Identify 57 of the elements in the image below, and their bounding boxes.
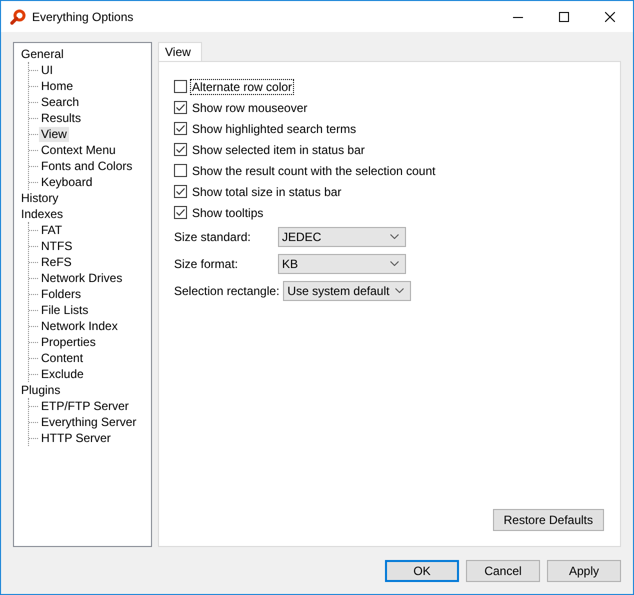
close-icon[interactable]	[605, 12, 615, 22]
maximize-icon[interactable]	[559, 12, 569, 22]
checkbox[interactable]	[174, 80, 187, 93]
dropdown[interactable]: KB	[278, 254, 406, 274]
tree-item[interactable]: Folders	[39, 286, 84, 302]
chevron-down-icon	[390, 261, 399, 266]
checkbox-label[interactable]: Alternate row color	[190, 78, 294, 94]
tree-item[interactable]: View	[39, 126, 69, 142]
tree-item[interactable]: Context Menu	[39, 142, 118, 158]
tree-item[interactable]: Keyboard	[39, 174, 94, 190]
dropdown[interactable]: Use system default	[283, 280, 412, 300]
tree-item[interactable]: Content	[39, 350, 86, 366]
checkbox[interactable]	[174, 206, 187, 219]
checkbox[interactable]	[174, 164, 187, 177]
tree-item[interactable]: ReFS	[39, 254, 74, 270]
chevron-down-icon	[390, 234, 399, 239]
dialog-button[interactable]: Cancel	[466, 560, 540, 582]
tree-item[interactable]: Fonts and Colors	[39, 158, 134, 174]
tab[interactable]: View	[158, 42, 202, 61]
tree-item[interactable]: General	[19, 46, 66, 62]
dialog-button[interactable]: OK	[385, 560, 459, 582]
tree-item[interactable]: ETP/FTP Server	[39, 398, 131, 414]
tree-item[interactable]: Network Drives	[39, 270, 124, 286]
dialog-button[interactable]: Apply	[547, 560, 621, 582]
checkbox-label[interactable]: Show row mouseover	[190, 100, 310, 116]
checkbox[interactable]	[174, 122, 187, 135]
chevron-down-icon	[395, 288, 404, 293]
checkbox-label[interactable]: Show selected item in status bar	[190, 142, 367, 158]
tree-item[interactable]: Results	[39, 110, 84, 126]
tree-item[interactable]: History	[19, 190, 60, 206]
checkbox-label[interactable]: Show the result count with the selection count	[190, 162, 438, 178]
tree-item[interactable]: Everything Server	[39, 414, 138, 430]
tree-item[interactable]: Network Index	[39, 318, 120, 334]
tree-item[interactable]: File Lists	[39, 302, 90, 318]
dropdown-label: Selection rectangle:	[174, 284, 280, 298]
tree-item[interactable]: Exclude	[39, 366, 86, 382]
dropdown-label: Size format:	[174, 256, 240, 270]
tree-item[interactable]: Plugins	[19, 382, 62, 398]
window-title: Everything Options	[32, 10, 134, 24]
tree-item[interactable]: Properties	[39, 334, 98, 350]
magnifier-icon	[10, 8, 26, 24]
checkbox-label[interactable]: Show highlighted search terms	[190, 120, 358, 136]
tree-item[interactable]: UI	[39, 62, 55, 78]
checkbox-label[interactable]: Show total size in status bar	[190, 184, 344, 200]
tree-item[interactable]: FAT	[39, 222, 64, 238]
tree-item[interactable]: HTTP Server	[39, 430, 113, 446]
tree-item[interactable]: Indexes	[19, 206, 66, 222]
restore-defaults-button[interactable]: Restore Defaults	[492, 509, 604, 531]
checkbox[interactable]	[174, 101, 187, 114]
tree-item[interactable]: Home	[39, 78, 76, 94]
tree-item[interactable]: NTFS	[39, 238, 74, 254]
tree-item[interactable]: Search	[39, 94, 82, 110]
checkbox[interactable]	[174, 185, 187, 198]
checkbox-label[interactable]: Show tooltips	[190, 204, 266, 220]
checkbox[interactable]	[174, 143, 187, 156]
dropdown-label: Size standard:	[174, 230, 252, 244]
dropdown[interactable]: JEDEC	[278, 226, 406, 246]
